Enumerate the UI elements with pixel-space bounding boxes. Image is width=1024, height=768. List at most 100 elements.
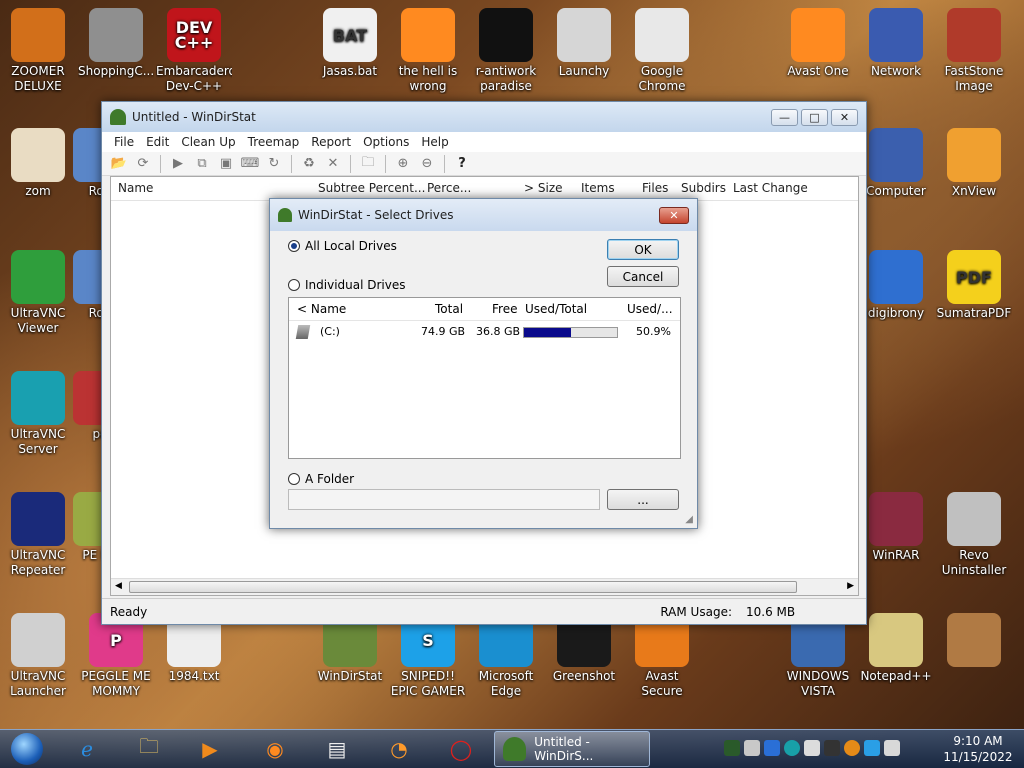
tray-network-icon[interactable]	[804, 740, 820, 756]
desktop-shortcut[interactable]: Network	[858, 2, 934, 79]
menu-clean-up[interactable]: Clean Up	[175, 135, 241, 149]
open-icon[interactable]: 📂	[108, 154, 130, 174]
menu-report[interactable]: Report	[305, 135, 357, 149]
radio-all-local-drives[interactable]: All Local Drives	[288, 239, 397, 253]
desktop-shortcut[interactable]: Launchy	[546, 2, 622, 79]
desktop-shortcut[interactable]: Computer	[858, 122, 934, 199]
desktop-shortcut[interactable]: Notepad++	[858, 607, 934, 684]
tray-search-icon[interactable]	[844, 740, 860, 756]
desktop-shortcut[interactable]: Avast One	[780, 2, 856, 79]
maximize-button[interactable]: □	[801, 108, 828, 126]
desktop-shortcut[interactable]: XnView	[936, 122, 1012, 199]
ie-icon[interactable]: ℯ	[66, 731, 108, 767]
dialog-title-bar[interactable]: WinDirStat - Select Drives ✕	[270, 199, 697, 231]
play-icon[interactable]: ▶	[167, 154, 189, 174]
ok-button[interactable]: OK	[607, 239, 679, 260]
desktop-shortcut[interactable]: ShoppingC...	[78, 2, 154, 79]
desktop-shortcut[interactable]: the hell is wrong with...	[390, 2, 466, 94]
desktop-shortcut[interactable]: r-antiwork paradise	[468, 2, 544, 94]
desktop-shortcut[interactable]: Google Chrome	[624, 2, 700, 94]
desktop-shortcut[interactable]: BAT Jasas.bat	[312, 2, 388, 79]
delete-icon[interactable]: ✕	[322, 154, 344, 174]
tray-volume-icon[interactable]	[884, 740, 900, 756]
scrollbar-thumb[interactable]	[129, 581, 797, 593]
col-name[interactable]: Name	[118, 177, 153, 199]
title-bar[interactable]: Untitled - WinDirStat — □ ✕	[102, 102, 866, 132]
desktop-shortcut[interactable]	[936, 607, 1012, 669]
desktop-shortcut[interactable]: ZOOMER DELUXE	[0, 2, 76, 94]
col-drive-total[interactable]: Total	[435, 302, 463, 316]
uc-browser-icon[interactable]: ◉	[254, 731, 296, 767]
col-drive-used-total[interactable]: Used/Total	[525, 302, 587, 316]
desktop-shortcut[interactable]: digibrony	[858, 244, 934, 321]
refresh-selected-icon[interactable]: ↻	[263, 154, 285, 174]
flash-icon	[89, 8, 143, 62]
explorer-icon[interactable]: 🗀	[128, 731, 170, 767]
tray-tool-icon[interactable]	[824, 740, 840, 756]
col-last-change[interactable]: Last Change	[733, 177, 808, 199]
desktop-shortcut[interactable]: UltraVNC Launcher	[0, 607, 76, 699]
dialog-close-button[interactable]: ✕	[659, 206, 689, 224]
menu-treemap[interactable]: Treemap	[242, 135, 306, 149]
recycle-icon[interactable]: ♻	[298, 154, 320, 174]
folder-path-input[interactable]	[288, 489, 600, 510]
taskbar-windirstat-button[interactable]: Untitled - WinDirS...	[494, 731, 650, 767]
tray-monitor-icon[interactable]	[864, 740, 880, 756]
opera-icon[interactable]: ◯	[440, 731, 482, 767]
drive-row[interactable]: (C:) 74.9 GB 36.8 GB 50.9%	[289, 321, 680, 343]
ultravnc-repeater-icon	[11, 492, 65, 546]
radio-individual-drives[interactable]: Individual Drives	[288, 278, 406, 292]
menu-help[interactable]: Help	[415, 135, 454, 149]
status-bar: Ready RAM Usage: 10.6 MB	[102, 598, 866, 624]
resize-grip[interactable]: ◢	[685, 514, 693, 525]
copy-icon[interactable]: ⧉	[191, 154, 213, 174]
col-files[interactable]: Files	[642, 177, 668, 199]
avast-icon[interactable]: ◔	[378, 731, 420, 767]
zoom-in-icon[interactable]: ⊕	[392, 154, 414, 174]
cmd-icon[interactable]: ⌨	[239, 154, 261, 174]
menu-edit[interactable]: Edit	[140, 135, 175, 149]
desktop-shortcut[interactable]: FastStone Image Viewer	[936, 2, 1012, 94]
drive-list[interactable]: < Name Total Free Used/Total Used/... (C…	[288, 297, 681, 459]
tray-eye-icon[interactable]	[784, 740, 800, 756]
col-drive-name[interactable]: < Name	[297, 302, 346, 316]
help-icon[interactable]: ?	[451, 154, 473, 174]
tray-terminal-icon[interactable]	[724, 740, 740, 756]
browse-button[interactable]: ...	[607, 489, 679, 510]
desktop-shortcut[interactable]: PDF SumatraPDF	[936, 244, 1012, 321]
col-drive-used-pct[interactable]: Used/...	[627, 302, 673, 316]
notepad-icon[interactable]: ▤	[316, 731, 358, 767]
col-size[interactable]: > Size	[524, 177, 563, 199]
media-player-icon[interactable]: ▶	[189, 731, 231, 767]
col-percent[interactable]: Perce...	[427, 177, 471, 199]
clock[interactable]: 9:10 AM 11/15/2022	[938, 733, 1018, 765]
col-items[interactable]: Items	[581, 177, 615, 199]
minimize-button[interactable]: —	[771, 108, 798, 126]
menu-options[interactable]: Options	[357, 135, 415, 149]
zoom-out-icon[interactable]: ⊖	[416, 154, 438, 174]
refresh-icon[interactable]: ⟳	[132, 154, 154, 174]
radio-a-folder[interactable]: A Folder	[288, 472, 354, 486]
desktop-shortcut-label: Microsoft Edge	[478, 669, 534, 698]
desktop-shortcut[interactable]: Revo Uninstaller	[936, 486, 1012, 578]
close-button[interactable]: ✕	[831, 108, 858, 126]
ram-usage-value: 10.6 MB	[746, 604, 796, 619]
folder-icon[interactable]: 🗀	[357, 154, 379, 174]
cancel-button[interactable]: Cancel	[607, 266, 679, 287]
col-subtree-percent[interactable]: Subtree Percent...	[318, 177, 425, 199]
tray-clipboard-icon[interactable]	[744, 740, 760, 756]
explorer-icon[interactable]: ▣	[215, 154, 237, 174]
desktop-shortcut[interactable]: WinRAR	[858, 486, 934, 563]
scroll-right-arrow[interactable]: ▶	[847, 581, 854, 591]
desktop-shortcut-label: XnView	[951, 184, 997, 198]
col-subdirs[interactable]: Subdirs	[681, 177, 726, 199]
menu-file[interactable]: File	[108, 135, 140, 149]
col-drive-free[interactable]: Free	[492, 302, 517, 316]
desktop-shortcut-label: ZOOMER DELUXE	[11, 64, 65, 93]
scroll-left-arrow[interactable]: ◀	[115, 581, 122, 591]
horizontal-scrollbar[interactable]: ◀ ▶	[111, 578, 858, 595]
tray-bluetooth-icon[interactable]	[764, 740, 780, 756]
desktop-shortcut[interactable]: DEV C++ Embarcadero Dev-C++	[156, 2, 232, 94]
start-orb-icon[interactable]	[6, 731, 48, 767]
desktop-shortcut-label: Network	[870, 64, 922, 78]
